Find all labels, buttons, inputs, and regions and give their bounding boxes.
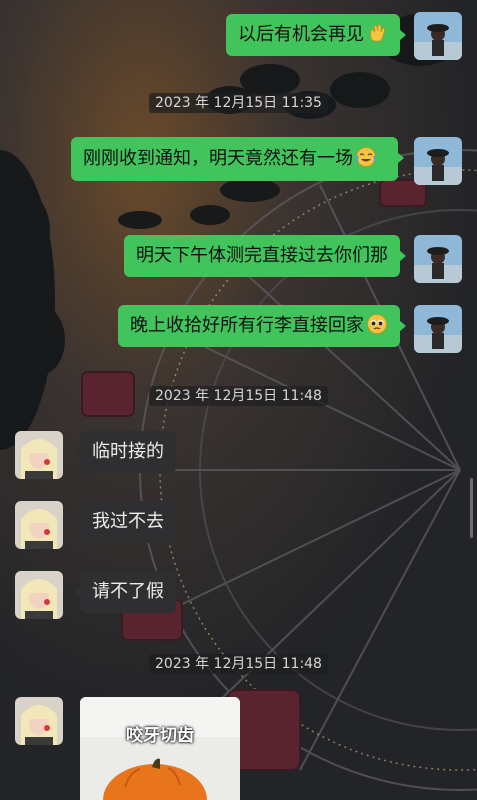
message-text: 临时接的 [92,441,164,462]
contact-avatar[interactable] [15,501,63,549]
timestamp: 2023 年 12月15日 11:48 [0,653,477,674]
outgoing-message-bubble[interactable]: 刚刚收到通知，明天竟然还有一场 [71,137,404,181]
timestamp: 2023 年 12月15日 11:35 [0,92,477,113]
message-text: 我过不去 [92,511,164,532]
contact-avatar[interactable] [15,697,63,745]
message-text: 晚上收拾好所有行李直接回家 [130,315,364,336]
message-text: 刚刚收到通知，明天竟然还有一场 [83,148,353,169]
incoming-message-bubble[interactable]: 我过不去 [74,501,176,543]
crying-laughing-icon [355,146,377,168]
waving-hand-icon [366,22,388,44]
pleading-face-icon [366,313,388,335]
image-caption: 咬牙切齿 [126,726,194,746]
my-avatar[interactable] [414,137,462,185]
my-avatar[interactable] [414,12,462,60]
pumpkin-image [80,697,240,800]
incoming-message-bubble[interactable]: 请不了假 [74,571,176,613]
incoming-message-bubble[interactable]: 临时接的 [74,431,176,473]
outgoing-message-bubble[interactable]: 晚上收拾好所有行李直接回家 [118,305,406,347]
scrollbar[interactable] [470,478,473,538]
message-text: 明天下午体测完直接过去你们那 [136,245,388,266]
my-avatar[interactable] [414,235,462,283]
message-text: 请不了假 [92,581,164,602]
outgoing-message-bubble[interactable]: 以后有机会再见 [226,14,406,56]
message-text: 以后有机会再见 [238,24,364,45]
contact-avatar[interactable] [15,571,63,619]
image-message[interactable]: 咬牙切齿 [80,697,240,800]
outgoing-message-bubble[interactable]: 明天下午体测完直接过去你们那 [124,235,406,277]
contact-avatar[interactable] [15,431,63,479]
timestamp: 2023 年 12月15日 11:48 [0,385,477,406]
my-avatar[interactable] [414,305,462,353]
